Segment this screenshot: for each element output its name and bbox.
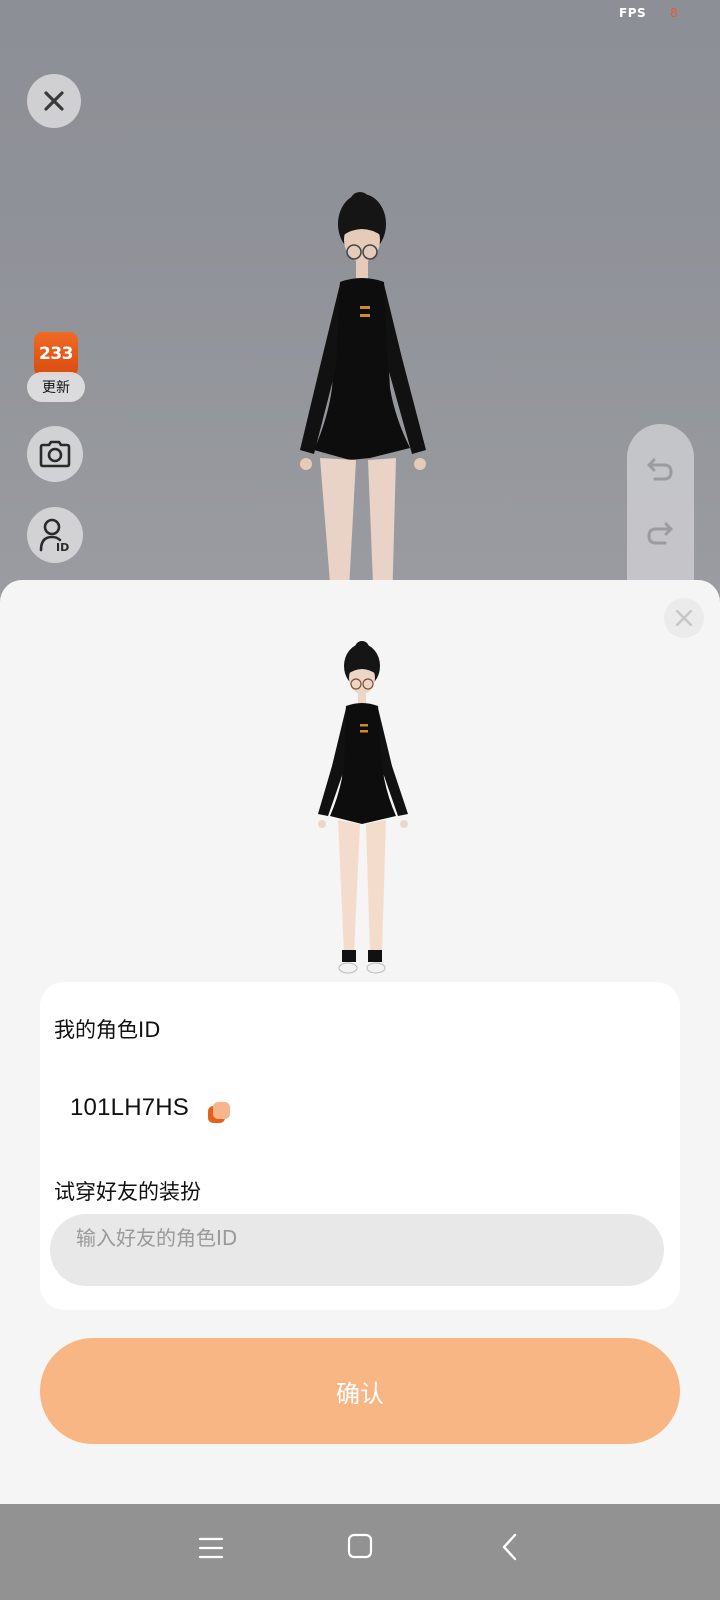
confirm-button[interactable]: 确认 [40, 1338, 680, 1444]
app-233-badge[interactable]: 233 [34, 332, 78, 376]
copy-icon[interactable] [206, 1100, 232, 1126]
camera-icon [39, 440, 71, 468]
role-id-card: 我的角色ID 101LH7HS 试穿好友的装扮 [40, 982, 680, 1310]
close-icon [44, 91, 64, 111]
svg-text:ID: ID [56, 541, 69, 553]
scene-close-button[interactable] [27, 74, 81, 128]
camera-button[interactable] [27, 426, 83, 482]
my-role-id-value: 101LH7HS [70, 1094, 190, 1121]
close-icon [675, 609, 693, 627]
menu-icon[interactable] [198, 1534, 224, 1562]
avatar-figure [300, 192, 426, 608]
undo-icon[interactable] [645, 454, 675, 484]
avatar-scene[interactable]: FPS 8 233 更新 ID [0, 0, 720, 624]
redo-icon[interactable] [645, 518, 675, 548]
fps-label: FPS [619, 6, 647, 20]
try-on-friend-label: 试穿好友的装扮 [54, 1180, 201, 1204]
my-role-id-label: 我的角色ID [54, 1018, 161, 1042]
role-id-sheet: 我的角色ID 101LH7HS 试穿好友的装扮 确认 [0, 580, 720, 1504]
system-nav-bar [0, 1504, 720, 1600]
person-id-icon: ID [39, 518, 69, 553]
home-icon[interactable] [346, 1532, 374, 1560]
avatar-preview [318, 641, 408, 974]
back-icon[interactable] [500, 1532, 520, 1562]
role-id-button[interactable]: ID [27, 507, 83, 563]
update-button[interactable]: 更新 [27, 372, 85, 402]
friend-role-id-input[interactable] [50, 1214, 664, 1286]
sheet-close-button[interactable] [664, 598, 704, 638]
fps-value: 8 [670, 6, 678, 20]
